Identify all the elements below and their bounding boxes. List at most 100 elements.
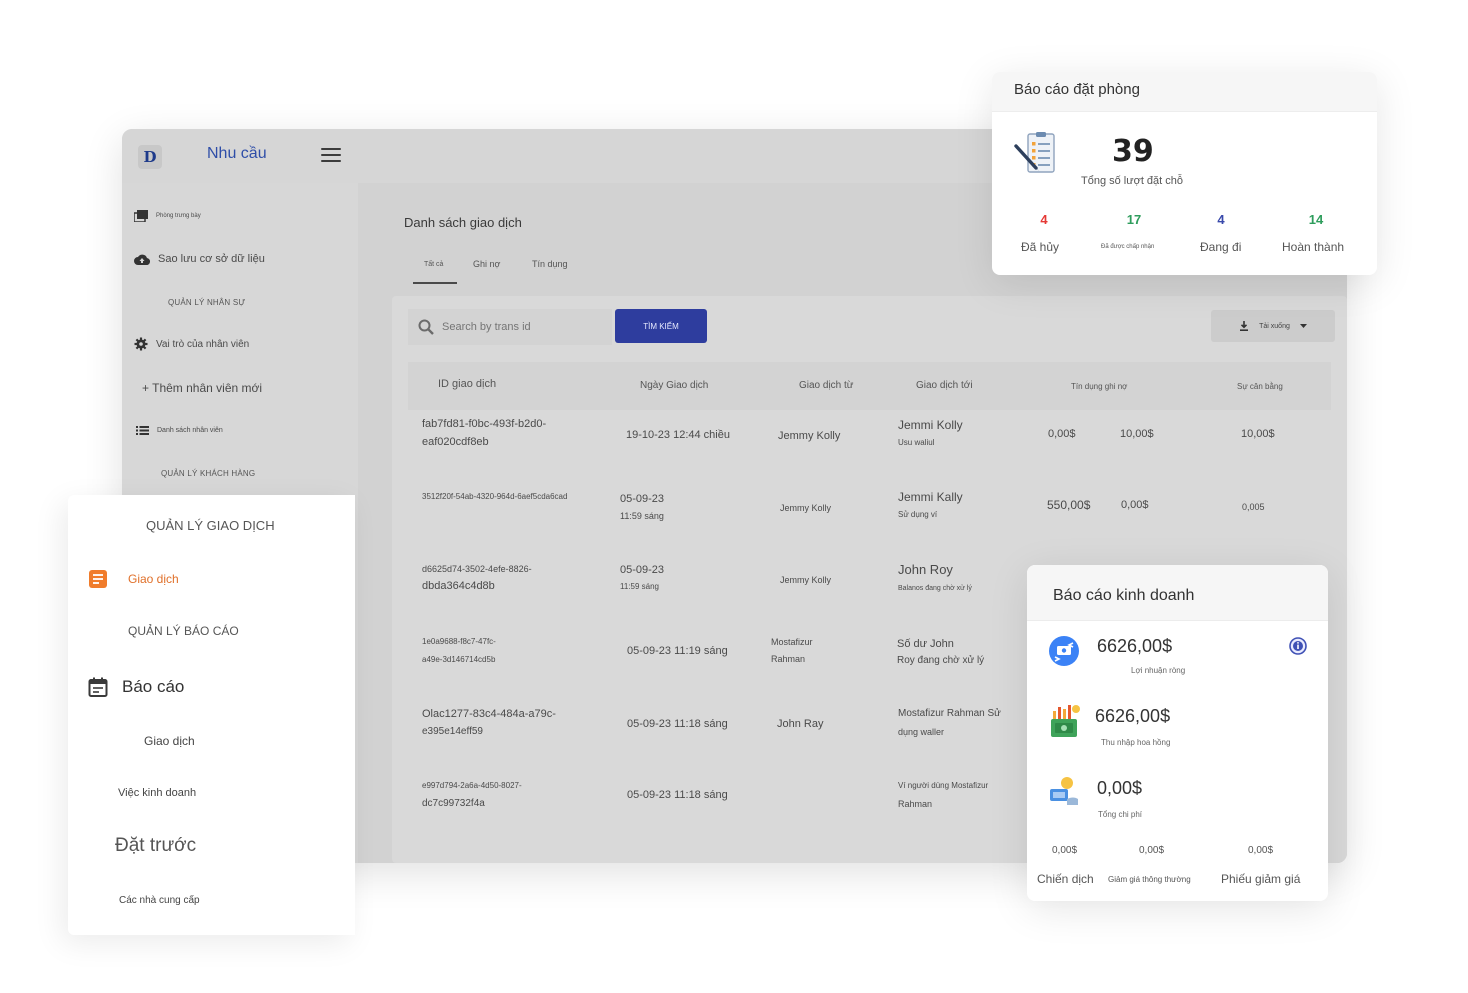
section-title-transactions: QUẢN LÝ GIAO DỊCH — [146, 518, 275, 533]
sidebar-item-gallery[interactable]: Phòng trưng bày — [134, 210, 201, 222]
menu-item-booking[interactable]: Đặt trước — [115, 835, 196, 857]
sidebar-item-label: Sao lưu cơ sở dữ liệu — [158, 253, 265, 265]
sidebar-item-staff-list[interactable]: Danh sách nhân viên — [136, 426, 223, 435]
cloud-upload-icon — [134, 254, 150, 265]
download-label: Tải xuống — [1259, 322, 1290, 330]
menu-item-reports[interactable]: Báo cáo — [88, 677, 184, 697]
expenses-value: 0,00$ — [1097, 778, 1143, 798]
sidebar-item-add-staff[interactable]: + Thêm nhân viên mới — [142, 381, 262, 395]
page-title: Danh sách giao dịch — [404, 215, 522, 230]
gear-icon — [134, 337, 148, 351]
sidebar-section-customers: QUẢN LÝ KHÁCH HÀNG — [161, 469, 256, 478]
cell-to: Mostafizur Rahman Sử — [898, 708, 1001, 719]
cell-from: Mostafizur — [771, 637, 813, 647]
gallery-icon — [134, 210, 148, 222]
booking-report-title: Báo cáo đặt phòng — [992, 72, 1377, 112]
sidebar-item-label: Phòng trưng bày — [156, 213, 201, 219]
cell-id: dbda364c4d8b — [422, 580, 495, 592]
regular-discount-value: 0,00$ — [1139, 845, 1165, 856]
ongoing-count: 4 — [1217, 212, 1225, 227]
regular-discount-label: Giảm giá thông thường — [1108, 875, 1191, 884]
calendar-icon — [88, 677, 108, 697]
menu-item-label: Báo cáo — [122, 677, 185, 696]
app-title: Nhu cầu — [207, 145, 267, 162]
campaign-value: 0,00$ — [1052, 845, 1078, 856]
accepted-count: 17 — [1126, 212, 1142, 227]
cell-to-sub: dụng waller — [898, 727, 945, 737]
logo-letter: D — [143, 148, 157, 166]
cell-id: eaf020cdf8eb — [422, 436, 489, 448]
cell-date: 05-09-23 11:18 sáng — [627, 789, 728, 801]
transaction-management-panel: QUẢN LÝ GIAO DỊCH Giao dịch QUẢN LÝ BÁO … — [68, 495, 355, 935]
column-header: ID giao dịch — [438, 378, 497, 390]
search-input[interactable] — [442, 321, 592, 333]
tab-credit[interactable]: Tín dụng — [532, 259, 568, 269]
column-header: Tín dụng ghi nợ — [1071, 382, 1128, 391]
menu-item-label: Giao dịch — [128, 572, 179, 586]
net-profit-label: Lợi nhuận ròng — [1131, 666, 1186, 675]
menu-item-transactions[interactable]: Giao dịch — [88, 569, 179, 589]
menu-item-business[interactable]: Việc kinh doanh — [118, 787, 196, 799]
cell-date: 05-09-23 — [620, 493, 665, 505]
cell-id: dc7c99732f4a — [422, 798, 485, 809]
business-report-card: Báo cáo kinh doanh 6626,00$ Lợi nhuận rò… — [1027, 565, 1328, 901]
net-profit-value: 6626,00$ — [1097, 636, 1173, 656]
column-header: Ngày Giao dịch — [640, 380, 709, 391]
tab-debit[interactable]: Ghi nợ — [473, 259, 500, 269]
app-logo: D — [138, 145, 162, 169]
cell-from: Jemmy Kolly — [778, 430, 841, 442]
search-box — [408, 309, 612, 345]
cell-to: Jemmi Kally — [898, 490, 963, 504]
cell-date: 19-10-23 12:44 chiều — [626, 429, 730, 441]
booking-report-card: Báo cáo đặt phòng 39 Tổng số lượt đặt ch… — [992, 72, 1377, 275]
campaign-label: Chiến dịch — [1037, 872, 1094, 886]
cell-debit: 10,00$ — [1120, 428, 1154, 440]
cell-to: Ví người dùng Mostafizur — [898, 781, 989, 790]
cell-credit: 550,00$ — [1047, 498, 1091, 512]
cell-from: Jemmy Kolly — [780, 575, 832, 585]
caret-down-icon — [1299, 323, 1307, 328]
hamburger-menu-icon[interactable] — [321, 148, 341, 162]
cancelled-label: Đã hủy — [1021, 240, 1060, 254]
completed-count: 14 — [1308, 212, 1324, 227]
download-button[interactable]: Tải xuống — [1211, 310, 1335, 342]
expense-icon — [1050, 777, 1078, 805]
accepted-label: Đã được chấp nhận — [1101, 244, 1155, 250]
cell-id: Olac1277-83c4-484a-a79c- — [422, 708, 556, 720]
table-header: ID giao dịch Ngày Giao dịch Giao dịch từ… — [408, 362, 1331, 410]
cell-to-sub: Usu waliul — [898, 438, 935, 447]
sidebar-item-label: Danh sách nhân viên — [157, 427, 223, 434]
cell-id: e395e14eff59 — [422, 726, 483, 737]
commission-value: 6626,00$ — [1095, 706, 1171, 726]
section-title-reports: QUẢN LÝ BÁO CÁO — [128, 624, 239, 638]
cell-id: e997d794-2a6a-4d50-8027- — [422, 781, 522, 790]
total-bookings-value: 39 — [1112, 134, 1154, 169]
business-report-title: Báo cáo kinh doanh — [1027, 565, 1328, 621]
menu-item-suppliers[interactable]: Các nhà cung cấp — [119, 895, 200, 906]
tab-all[interactable]: Tất cả — [424, 261, 443, 268]
ongoing-label: Đang đi — [1200, 240, 1242, 254]
checklist-icon — [1014, 132, 1055, 173]
cell-date-time: 11:59 sáng — [620, 511, 664, 521]
cancelled-count: 4 — [1040, 212, 1048, 227]
info-icon[interactable] — [1289, 637, 1307, 655]
sidebar-item-backup[interactable]: Sao lưu cơ sở dữ liệu — [134, 253, 265, 265]
column-header: Giao dịch từ — [799, 380, 854, 391]
active-tab-indicator — [413, 282, 457, 284]
cell-balance: 0,005 — [1242, 502, 1265, 512]
cell-id: d6625d74-3502-4efe-8826- — [422, 564, 532, 574]
sidebar-item-roles[interactable]: Vai trò của nhân viên — [134, 337, 249, 351]
menu-item-report-transactions[interactable]: Giao dịch — [144, 734, 195, 748]
search-button[interactable]: TÌM KIẾM — [615, 309, 707, 343]
cell-id: fab7fd81-f0bc-493f-b2d0- — [422, 418, 547, 430]
search-icon — [418, 319, 434, 335]
cell-to-sub: Balanos đang chờ xử lý — [898, 585, 972, 592]
cell-credit: 0,00$ — [1048, 428, 1076, 440]
completed-label: Hoàn thành — [1282, 240, 1345, 254]
cell-date: 05-09-23 — [620, 564, 665, 576]
cell-balance: 10,00$ — [1241, 428, 1275, 440]
sidebar-item-label: Vai trò của nhân viên — [156, 338, 250, 350]
cell-from: Jemmy Kolly — [780, 503, 832, 513]
commission-label: Thu nhập hoa hồng — [1101, 738, 1171, 747]
cell-from: John Ray — [777, 718, 824, 730]
